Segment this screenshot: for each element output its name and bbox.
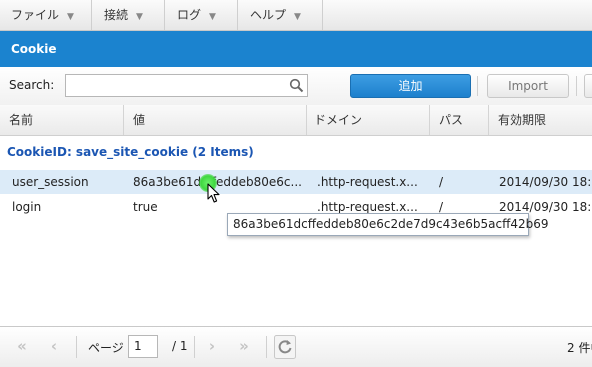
page-label: ページ: [88, 341, 124, 355]
next-page-icon[interactable]: ›: [201, 336, 223, 358]
menu-divider: [91, 0, 92, 30]
toolbar-divider: [477, 76, 478, 96]
pager-divider: [76, 336, 77, 358]
search-icon[interactable]: [289, 78, 304, 93]
menu-connection-label: 接続: [104, 8, 129, 22]
column-header-value[interactable]: 値: [124, 105, 307, 135]
menu-log-label: ログ: [177, 8, 202, 22]
chevron-down-icon: ▼: [294, 12, 301, 22]
cell-name: login: [12, 200, 42, 214]
column-header-domain[interactable]: ドメイン: [307, 105, 430, 135]
pagination-bar: « ‹ ページ 1 / 1 › » 2 件中: [0, 326, 592, 367]
cell-name: user_session: [12, 175, 89, 189]
menu-divider: [237, 0, 238, 30]
refresh-icon[interactable]: [274, 335, 296, 359]
pager-divider: [266, 336, 267, 358]
mouse-cursor-icon: [207, 183, 220, 203]
item-count: 2 件中: [567, 341, 592, 355]
menu-connection[interactable]: 接続 ▼: [104, 0, 143, 30]
cell-domain: .http-request.x...: [317, 175, 418, 189]
menu-bar: ファイル ▼ 接続 ▼ ログ ▼ ヘルプ ▼: [0, 0, 592, 31]
panel-title: Cookie: [0, 31, 592, 67]
last-page-icon[interactable]: »: [233, 336, 255, 358]
pager-divider: [194, 336, 195, 358]
menu-divider: [322, 0, 323, 30]
search-box[interactable]: [65, 74, 308, 97]
page-number-input[interactable]: 1: [128, 335, 158, 358]
menu-file[interactable]: ファイル ▼: [11, 0, 74, 30]
cell-expires: 2014/09/30 18:...: [499, 175, 592, 189]
chevron-down-icon: ▼: [67, 12, 74, 22]
search-label: Search:: [9, 78, 55, 92]
value-tooltip: 86a3be61dcffeddeb80e6c2de7d9c43e6b5acff4…: [227, 213, 549, 236]
add-button[interactable]: 追加: [350, 74, 471, 98]
toolbar-divider: [576, 76, 577, 96]
menu-file-label: ファイル: [11, 8, 60, 22]
table-header: 名前 値 ドメイン パス 有効期限: [0, 105, 592, 136]
column-header-path[interactable]: パス: [430, 105, 489, 135]
table-row[interactable]: user_session 86a3be61dcffeddeb80e6c... .…: [0, 170, 592, 194]
cell-path: /: [439, 175, 444, 189]
chevron-down-icon: ▼: [136, 12, 143, 22]
import-button[interactable]: Import: [487, 74, 569, 98]
column-header-name[interactable]: 名前: [0, 105, 124, 135]
chevron-down-icon: ▼: [209, 12, 216, 22]
menu-log[interactable]: ログ ▼: [177, 0, 216, 30]
menu-divider: [164, 0, 165, 30]
toolbar: Search: 追加 Import: [0, 67, 592, 106]
group-header[interactable]: CookieID: save_site_cookie (2 Items): [0, 136, 592, 168]
column-header-expires[interactable]: 有効期限: [489, 105, 592, 135]
page-total: / 1: [172, 339, 188, 353]
prev-page-icon[interactable]: ‹: [43, 336, 65, 358]
toolbar-more-button[interactable]: [584, 74, 592, 98]
first-page-icon[interactable]: «: [11, 336, 33, 358]
search-input[interactable]: [66, 75, 294, 95]
menu-help-label: ヘルプ: [250, 8, 287, 22]
menu-help[interactable]: ヘルプ ▼: [250, 0, 301, 30]
